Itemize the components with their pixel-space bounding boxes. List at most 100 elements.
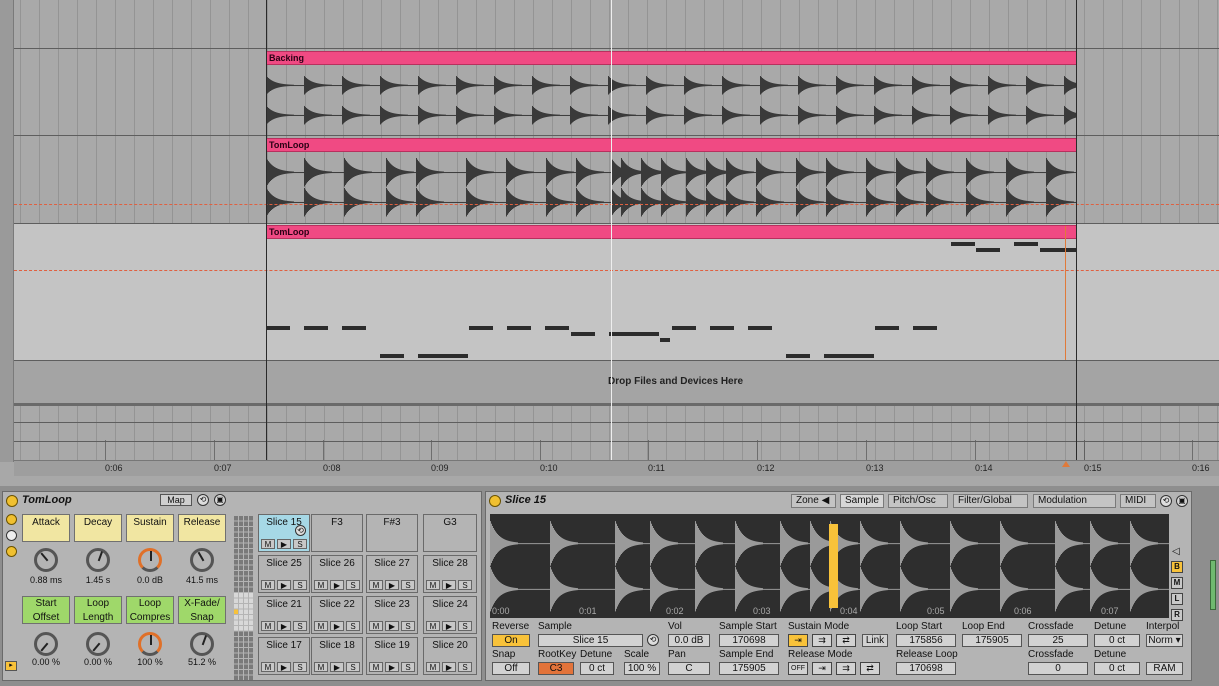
pad-mute-button[interactable]: M [369,621,383,631]
pad-solo-button[interactable]: S [293,662,307,672]
envelope-release-label[interactable]: Release [178,514,226,542]
pad-play-button[interactable]: ▶ [330,621,344,631]
pad-mute-button[interactable]: M [314,662,328,672]
midi-note[interactable] [1040,248,1076,252]
envelope-attack-knob[interactable] [34,548,58,572]
control-knob[interactable] [138,632,162,656]
list-icon[interactable] [6,530,17,541]
midi-note[interactable] [545,326,569,330]
midi-note[interactable] [976,248,1000,252]
slice-pad[interactable]: G3 [423,514,477,552]
envelope-decay-label[interactable]: Decay [74,514,122,542]
pad-mute-button[interactable]: M [314,621,328,631]
vol-value[interactable]: 0.0 dB [668,634,710,647]
sampler-power-button[interactable] [489,495,501,507]
slice-pad[interactable]: Slice 20 M ▶ S [423,637,477,675]
pad-solo-button[interactable]: S [401,580,415,590]
midi-note[interactable] [304,326,328,330]
detune3-value[interactable]: 0 ct [1094,662,1140,675]
slice-pad[interactable]: Slice 19 M ▶ S [366,637,418,675]
midi-note[interactable] [748,326,772,330]
pad-solo-button[interactable]: S [293,539,307,549]
pan-value[interactable]: C [668,662,710,675]
slice-pad[interactable]: Slice 23 M ▶ S [366,596,418,634]
tab-midi[interactable]: MIDI [1120,494,1156,508]
control-knob[interactable] [34,632,58,656]
pad-mute-button[interactable]: M [426,621,440,631]
pad-solo-button[interactable]: S [346,662,360,672]
control-label[interactable]: X-Fade/ Snap [178,596,226,624]
pad-solo-button[interactable]: S [458,580,472,590]
loop-end-value[interactable]: 175905 [962,634,1022,647]
midi-note[interactable] [660,338,670,342]
midi-note[interactable] [266,326,290,330]
tab-zone[interactable]: Zone ◀ [791,494,836,508]
midi-note[interactable] [380,354,404,358]
release-off-button[interactable]: OFF [788,662,808,675]
pad-play-button[interactable]: ▶ [330,580,344,590]
midi-note[interactable] [418,354,468,358]
slice-pad[interactable]: F#3 [366,514,418,552]
midi-note[interactable] [824,354,874,358]
midi-note[interactable] [507,326,531,330]
slice-pad[interactable]: Slice 21 M ▶ S [258,596,310,634]
loop-end-marker[interactable] [1065,226,1066,360]
slice-pad[interactable]: Slice 17 M ▶ S [258,637,310,675]
pad-mute-button[interactable]: M [261,539,275,549]
sample-swap-icon[interactable]: ⟲ [647,634,659,646]
pad-play-button[interactable]: ▶ [277,539,291,549]
clip-backing-header[interactable]: Backing [266,51,1077,65]
slice-pad[interactable]: Slice 25 M ▶ S [258,555,310,593]
zoom-arrow-icon[interactable]: ◁ [1172,546,1180,557]
tab-modulation[interactable]: Modulation [1033,494,1116,508]
midi-note[interactable] [1014,242,1038,246]
clip-tomloop-audio-header[interactable]: TomLoop [266,138,1077,152]
sample-start-value[interactable]: 170698 [719,634,779,647]
control-knob[interactable] [190,632,214,656]
pad-play-button[interactable]: ▶ [385,662,399,672]
release-loop-repeat-icon[interactable]: ⇉ [836,662,856,675]
side-button-l[interactable]: L [1171,593,1183,605]
side-button-r[interactable]: R [1171,609,1183,621]
tab-filterglobal[interactable]: Filter/Global [953,494,1028,508]
snap-value[interactable]: Off [492,662,530,675]
link-button[interactable]: Link [862,634,888,647]
control-label[interactable]: Loop Compres [126,596,174,624]
pad-play-button[interactable]: ▶ [442,662,456,672]
interpol-value[interactable]: Norm ▾ [1146,634,1183,647]
pad-play-button[interactable]: ▶ [277,662,291,672]
simpler-power-button[interactable] [6,495,18,507]
pad-solo-button[interactable]: S [401,662,415,672]
midi-note[interactable] [875,326,899,330]
pad-play-button[interactable]: ▶ [385,621,399,631]
pad-mute-button[interactable]: M [426,580,440,590]
save-preset-icon[interactable]: ▣ [214,494,226,506]
pad-mute-button[interactable]: M [369,580,383,590]
control-knob[interactable] [86,632,110,656]
slice-pad[interactable]: Slice 24 M ▶ S [423,596,477,634]
map-button[interactable]: Map [160,494,192,506]
midi-note[interactable] [342,326,366,330]
crossfade2-value[interactable]: 0 [1028,662,1088,675]
loop-start-value[interactable]: 175856 [896,634,956,647]
expand-icon[interactable]: ▸ [5,661,17,671]
control-label[interactable]: Start Offset [22,596,70,624]
slice-pad[interactable]: Slice 26 M ▶ S [311,555,363,593]
pad-solo-button[interactable]: S [458,662,472,672]
sustain-loop-repeat-icon[interactable]: ⇉ [812,634,832,647]
pad-swap-icon[interactable]: ⟲ [295,525,306,536]
time-ruler[interactable] [14,460,1219,476]
midi-note[interactable] [710,326,734,330]
save-preset-icon[interactable]: ▣ [1176,495,1188,507]
pad-overview-grid[interactable] [233,515,255,681]
slice-pad[interactable]: Slice 28 M ▶ S [423,555,477,593]
pad-mute-button[interactable]: M [261,580,275,590]
release-loop-value[interactable]: 170698 [896,662,956,675]
midi-track-lane[interactable] [14,224,1219,360]
pad-play-button[interactable]: ▶ [277,580,291,590]
midi-note[interactable] [913,326,937,330]
pad-mute-button[interactable]: M [261,621,275,631]
pad-solo-button[interactable]: S [293,580,307,590]
sample-value[interactable]: Slice 15 [538,634,643,647]
track-scroll-strip[interactable] [0,0,14,462]
